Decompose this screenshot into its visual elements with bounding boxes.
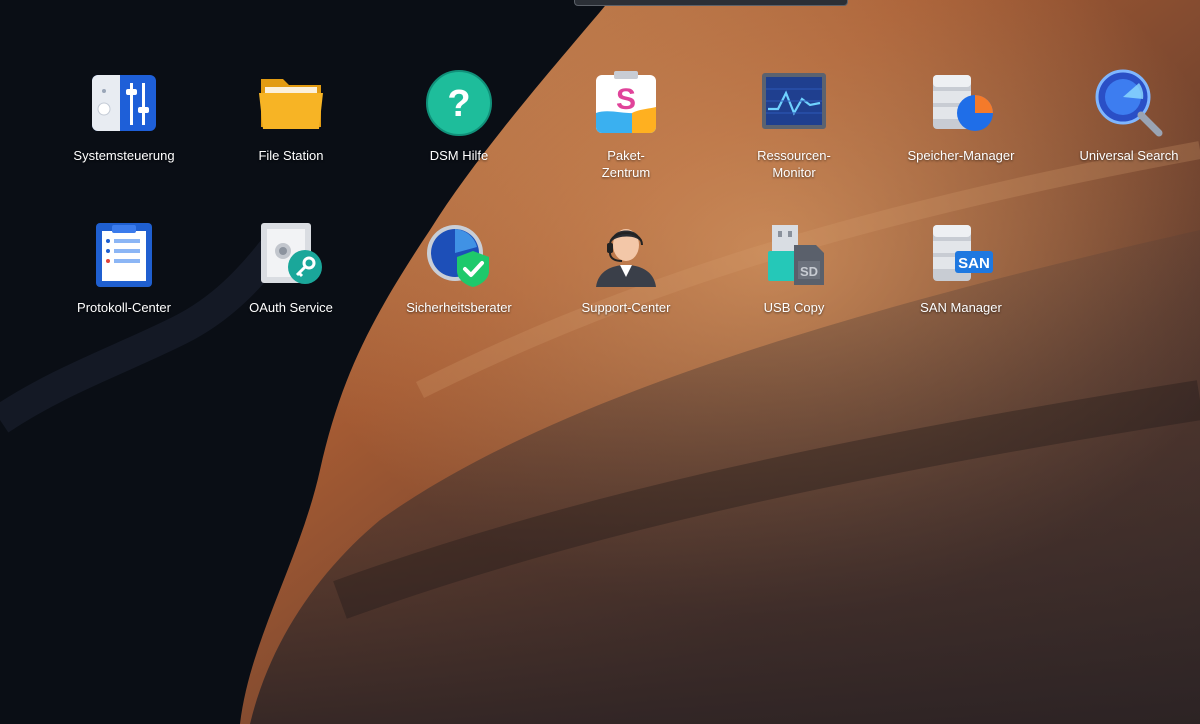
help-icon: ? [425, 69, 493, 137]
app-support-center[interactable]: Support-Center [542, 221, 710, 351]
top-search-bar[interactable] [574, 0, 848, 6]
app-launcher: Systemsteuerung File Station ? DSM Hilfe [0, 0, 1200, 724]
search-icon [1095, 69, 1163, 137]
usb-copy-icon: SD [760, 221, 828, 289]
control-panel-icon [90, 69, 158, 137]
package-center-icon: S [592, 69, 660, 137]
app-label: SAN Manager [920, 300, 1002, 315]
oauth-safe-icon [257, 221, 325, 289]
app-systemsteuerung[interactable]: Systemsteuerung [40, 69, 208, 199]
svg-text:S: S [616, 83, 636, 116]
svg-text:SAN: SAN [958, 255, 990, 272]
folder-icon [257, 69, 325, 137]
app-dsm-hilfe[interactable]: ? DSM Hilfe [375, 69, 543, 199]
app-label: Paket- Zentrum [601, 148, 651, 180]
support-agent-icon [592, 221, 660, 289]
app-san-manager[interactable]: SAN SAN Manager [877, 221, 1045, 351]
app-speicher-manager[interactable]: Speicher-Manager [877, 69, 1045, 199]
app-protokoll-center[interactable]: Protokoll-Center [40, 221, 208, 351]
app-label: Protokoll-Center [77, 300, 171, 315]
app-universal-search[interactable]: Universal Search [1045, 69, 1200, 199]
app-oauth-service[interactable]: OAuth Service [207, 221, 375, 351]
svg-text:?: ? [447, 83, 470, 125]
log-center-icon [90, 221, 158, 289]
app-usb-copy[interactable]: SD USB Copy [710, 221, 878, 351]
app-label: Sicherheitsberater [406, 300, 512, 315]
app-label: Ressourcen- Monitor [757, 148, 831, 180]
app-paket-zentrum[interactable]: S Paket- Zentrum [542, 69, 710, 199]
app-ressourcen-monitor[interactable]: Ressourcen- Monitor [710, 69, 878, 199]
app-label: Speicher-Manager [907, 148, 1015, 163]
app-label: Systemsteuerung [73, 148, 175, 163]
app-sicherheitsberater[interactable]: Sicherheitsberater [375, 221, 543, 351]
app-label: OAuth Service [249, 300, 333, 315]
app-label: Support-Center [581, 300, 671, 315]
app-label: File Station [258, 148, 324, 163]
app-file-station[interactable]: File Station [207, 69, 375, 199]
svg-text:SD: SD [800, 264, 818, 279]
storage-manager-icon [927, 69, 995, 137]
app-label: USB Copy [763, 300, 825, 315]
san-manager-icon: SAN [927, 221, 995, 289]
security-advisor-icon [425, 221, 493, 289]
resource-monitor-icon [760, 69, 828, 137]
app-label: DSM Hilfe [429, 148, 489, 163]
app-label: Universal Search [1079, 148, 1179, 163]
